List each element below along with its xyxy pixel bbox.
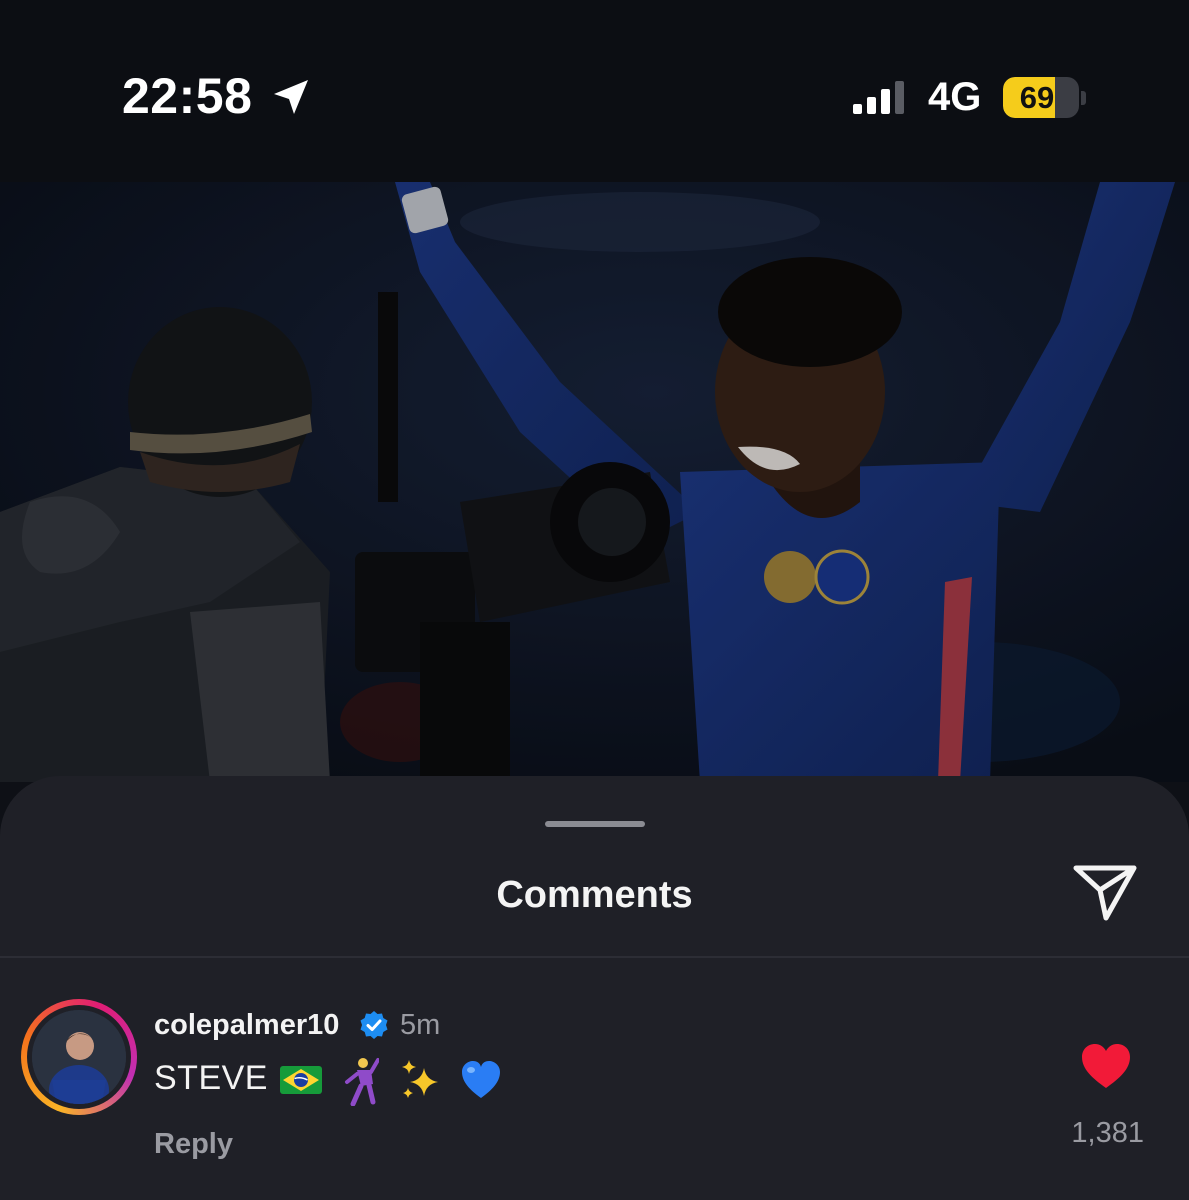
drag-handle[interactable] [545, 821, 645, 827]
avatar[interactable] [27, 1005, 131, 1109]
battery-percentage: 69 [1019, 80, 1055, 115]
status-time: 22:58 [122, 68, 253, 124]
avatar-photo [32, 1010, 126, 1104]
network-type: 4G [928, 75, 982, 119]
location-arrow-icon [274, 80, 308, 114]
blue-heart-emoji [462, 1061, 500, 1098]
verified-badge-icon [360, 1011, 388, 1039]
battery-icon: 69 [1003, 77, 1079, 118]
dancer-emoji [345, 1058, 379, 1106]
battery-cap [1081, 91, 1086, 105]
cellular-signal-icon [853, 81, 904, 114]
post-photo[interactable] [0, 182, 1189, 782]
story-ring[interactable] [21, 999, 137, 1115]
sheet-title: Comments [496, 874, 693, 916]
comment-timestamp: 5m [400, 1009, 441, 1041]
instagram-comments-screen: 22:58 4G 69 Comments colepalmer10 5m STE… [0, 0, 1189, 1200]
status-bar: 22:58 4G 69 [0, 0, 1189, 182]
comments-sheet: Comments colepalmer10 5m STEVE Reply 1,3… [0, 776, 1189, 1200]
header-divider [0, 956, 1189, 958]
comment-item: colepalmer10 5m STEVE Reply 1,381 [0, 996, 1189, 1196]
sparkles-emoji [402, 1060, 438, 1098]
comment-text: STEVE [154, 1059, 268, 1097]
like-count: 1,381 [1071, 1117, 1144, 1149]
heart-filled-icon[interactable] [1080, 1042, 1132, 1090]
comment-username[interactable]: colepalmer10 [154, 1008, 339, 1042]
paper-plane-icon[interactable] [1072, 862, 1138, 922]
reply-button[interactable]: Reply [154, 1127, 233, 1161]
brazil-flag-emoji [280, 1066, 322, 1094]
